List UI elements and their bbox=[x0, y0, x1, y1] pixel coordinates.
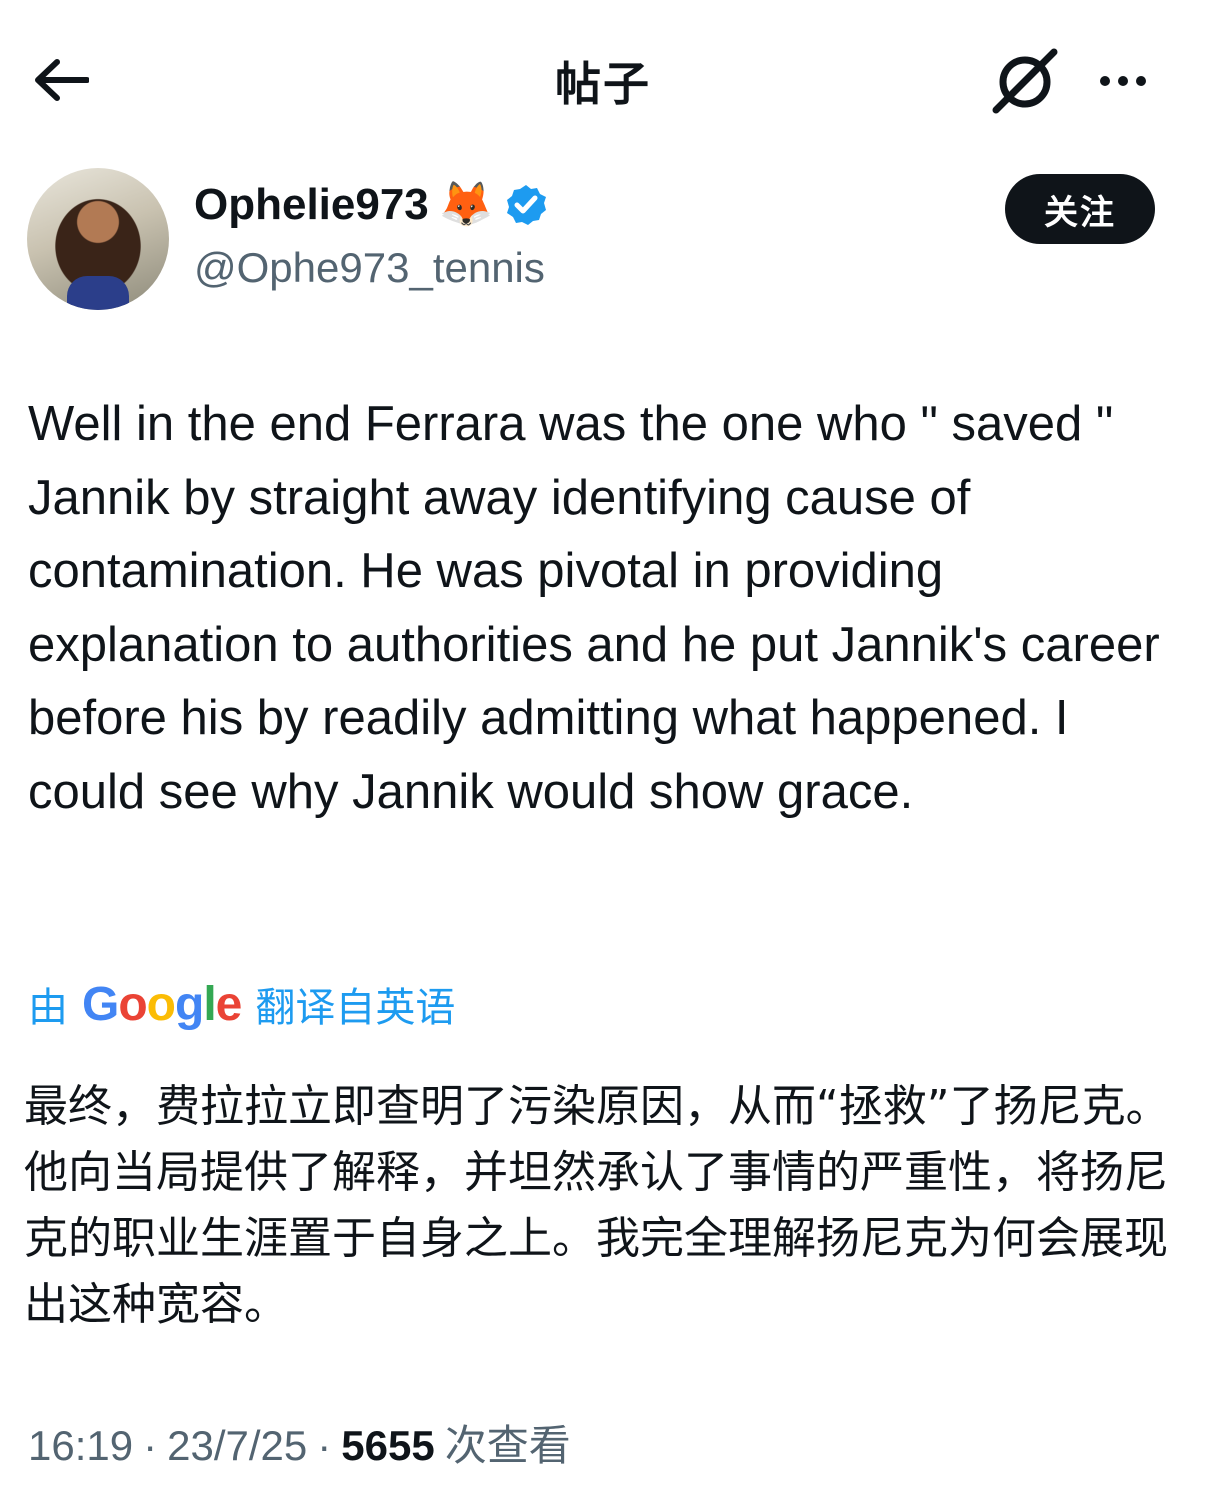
tweet-meta: 16:19 · 23/7/25 · 5655 次查看 bbox=[28, 1412, 571, 1473]
tweet-text: Well in the end Ferrara was the one who … bbox=[28, 397, 1160, 819]
more-icon-dot bbox=[1136, 76, 1146, 86]
author-name[interactable]: Ophelie973 bbox=[194, 180, 429, 230]
meta-separator: · bbox=[143, 1422, 158, 1469]
top-bar: 帖子 bbox=[0, 0, 1206, 150]
google-logo: Google bbox=[82, 977, 242, 1031]
tweet-time: 16:19 bbox=[28, 1422, 134, 1469]
view-count[interactable]: 5655 bbox=[341, 1422, 434, 1470]
view-count-label: 次查看 bbox=[444, 1422, 571, 1469]
translation-prefix: 由 bbox=[28, 986, 68, 1030]
translation-suffix: 翻译自英语 bbox=[255, 986, 456, 1030]
tweet-date: 23/7/25 bbox=[167, 1422, 308, 1469]
meta-separator: · bbox=[317, 1422, 332, 1469]
grok-icon bbox=[992, 48, 1058, 114]
translation-attribution[interactable]: 由 Google 翻译自英语 bbox=[28, 975, 455, 1033]
avatar-shirt bbox=[67, 276, 129, 310]
verified-badge-icon bbox=[506, 185, 546, 225]
author-name-row[interactable]: Ophelie973 🦊 bbox=[194, 180, 548, 230]
more-icon bbox=[1100, 76, 1110, 86]
fox-emoji: 🦊 bbox=[438, 180, 494, 229]
grok-button[interactable] bbox=[990, 46, 1060, 116]
follow-button[interactable]: 关注 bbox=[1005, 174, 1155, 244]
translated-text: 最终，费拉拉立即查明了污染原因，从而“拯救”了扬尼克。他向当局提供了解释，并坦然… bbox=[24, 1081, 1170, 1330]
avatar[interactable] bbox=[27, 168, 169, 310]
more-icon-dot bbox=[1118, 76, 1128, 86]
author-handle[interactable]: @Ophe973_tennis bbox=[194, 244, 545, 292]
more-button[interactable] bbox=[1088, 56, 1158, 106]
